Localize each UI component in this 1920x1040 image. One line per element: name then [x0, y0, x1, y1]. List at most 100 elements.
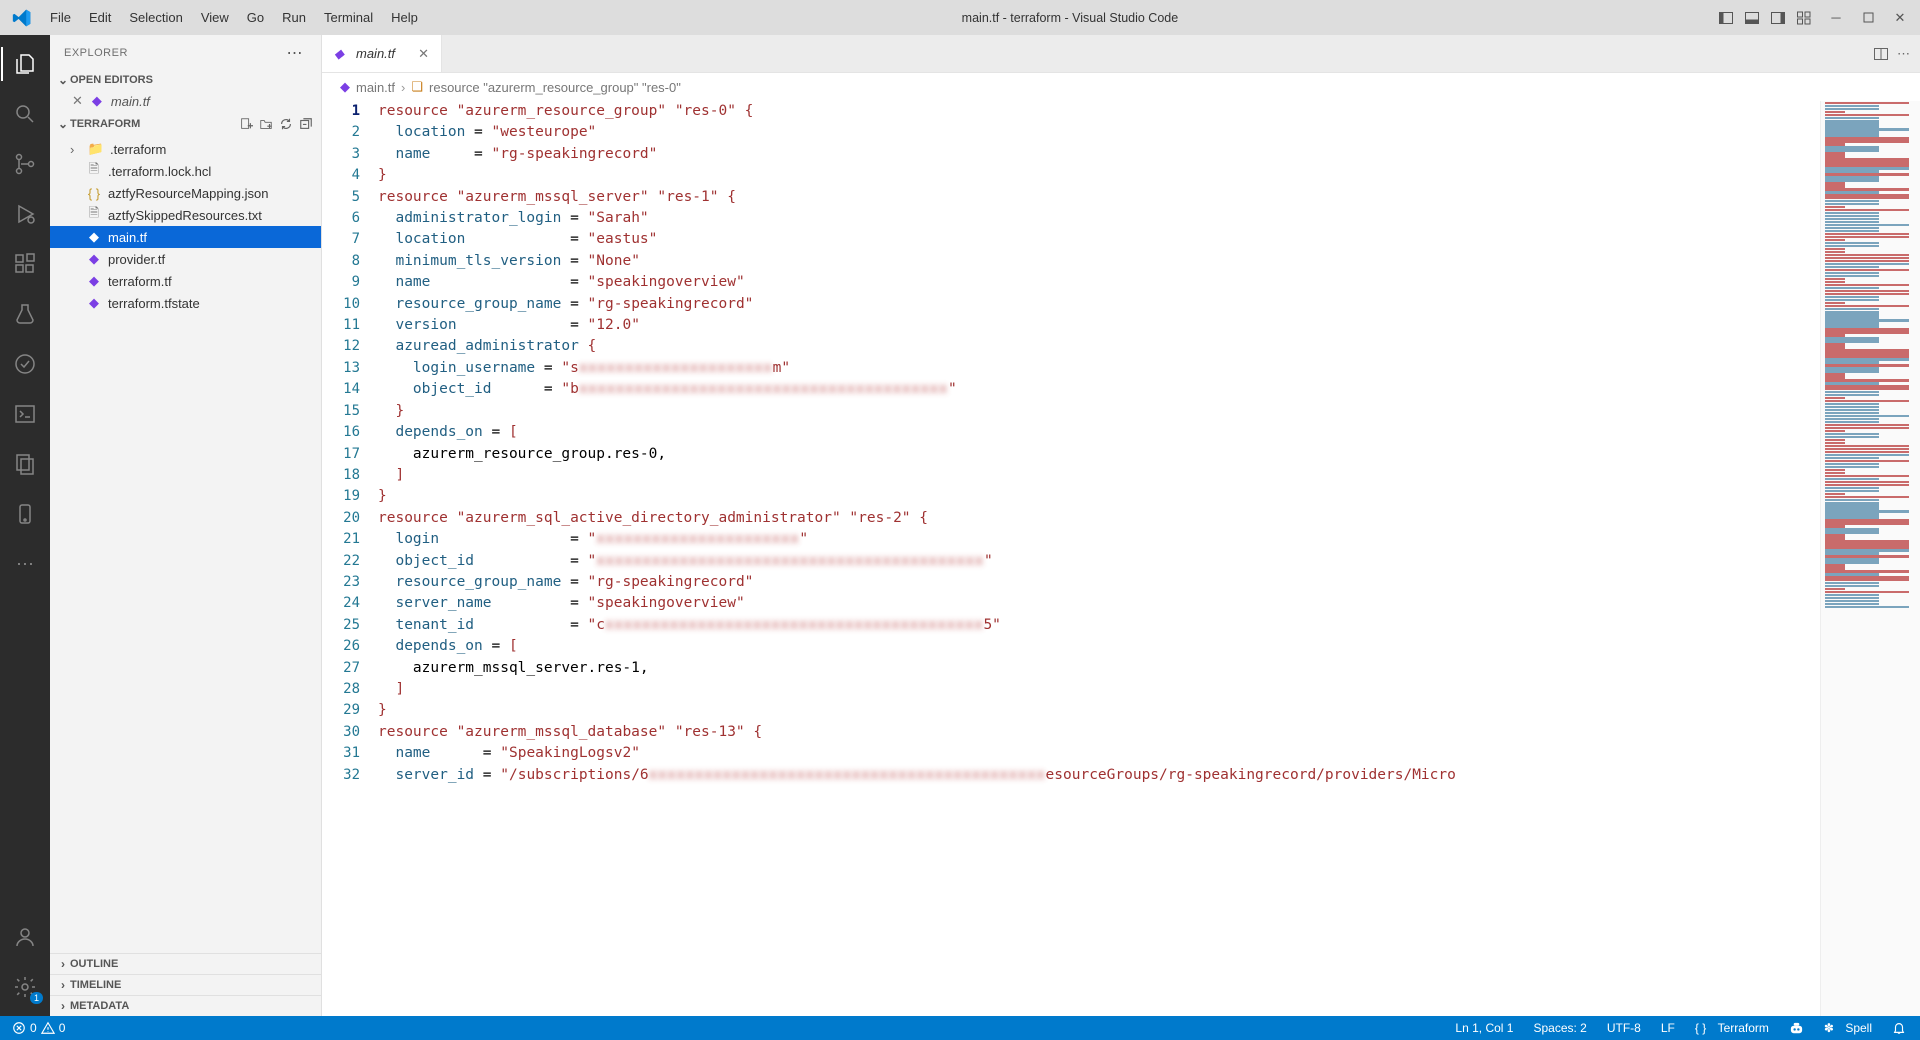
symbol-icon: ❏ — [411, 79, 423, 95]
menu-help[interactable]: Help — [383, 6, 426, 29]
terraform-file-icon: ◆ — [86, 251, 102, 267]
status-problems[interactable]: 0 0 — [8, 1021, 69, 1035]
close-button[interactable]: ✕ — [1886, 7, 1914, 29]
activity-run-debug[interactable] — [1, 193, 49, 235]
chevron-down-icon: ⌄ — [56, 117, 70, 131]
menu-view[interactable]: View — [193, 6, 237, 29]
menu-file[interactable]: File — [42, 6, 79, 29]
minimap[interactable] — [1820, 101, 1920, 1016]
activity-provisioning[interactable] — [1, 343, 49, 385]
explorer-title: EXPLORER — [64, 47, 128, 59]
status-encoding[interactable]: UTF-8 — [1603, 1021, 1645, 1035]
menu-run[interactable]: Run — [274, 6, 314, 29]
tree-item-label: terraform.tf — [108, 274, 172, 289]
refresh-icon[interactable] — [277, 115, 295, 133]
new-folder-icon[interactable] — [257, 115, 275, 133]
tree-item-label: main.tf — [108, 230, 147, 245]
status-language[interactable]: { } Terraform — [1691, 1021, 1773, 1035]
chevron-right-icon: › — [56, 957, 70, 971]
menu-selection[interactable]: Selection — [121, 6, 190, 29]
activity-terminal[interactable] — [1, 393, 49, 435]
activity-extensions[interactable] — [1, 243, 49, 285]
activity-device[interactable] — [1, 493, 49, 535]
tree-item-label: aztfySkippedResources.txt — [108, 208, 262, 223]
tree-item[interactable]: ◆ terraform.tf — [50, 270, 321, 292]
tree-item[interactable]: ◆ main.tf — [50, 226, 321, 248]
menu-terminal[interactable]: Terminal — [316, 6, 381, 29]
sidebar-explorer: EXPLORER ⋯ ⌄ OPEN EDITORS ✕ ◆ main.tf ⌄ … — [50, 35, 322, 1016]
customize-layout-icon[interactable] — [1792, 6, 1816, 30]
folder-icon: 📁 — [88, 141, 104, 157]
tree-item-label: .terraform.lock.hcl — [108, 164, 211, 179]
tree-item[interactable]: ›📁.terraform — [50, 138, 321, 160]
tree-item[interactable]: { }aztfyResourceMapping.json — [50, 182, 321, 204]
file-icon: 🗎 — [86, 207, 102, 223]
activity-references[interactable] — [1, 443, 49, 485]
top-menu: File Edit Selection View Go Run Terminal… — [42, 6, 426, 29]
chevron-right-icon: › — [70, 142, 82, 157]
tree-item[interactable]: 🗎 .terraform.lock.hcl — [50, 160, 321, 182]
activity-bar: ⋯ 1 — [0, 35, 50, 1016]
toggle-secondary-sidebar-icon[interactable] — [1766, 6, 1790, 30]
activity-testing[interactable] — [1, 293, 49, 335]
collapse-all-icon[interactable] — [297, 115, 315, 133]
menu-go[interactable]: Go — [239, 6, 272, 29]
status-spell[interactable]: ✽ Spell — [1820, 1021, 1876, 1035]
title-bar: File Edit Selection View Go Run Terminal… — [0, 0, 1920, 35]
window-title: main.tf - terraform - Visual Studio Code — [426, 11, 1714, 25]
breadcrumb[interactable]: ◆ main.tf › ❏ resource "azurerm_resource… — [322, 73, 1920, 101]
terraform-file-icon: ◆ — [86, 229, 102, 245]
tree-item[interactable]: 🗎 aztfySkippedResources.txt — [50, 204, 321, 226]
split-editor-icon[interactable] — [1873, 46, 1889, 62]
chevron-down-icon: ⌄ — [56, 73, 70, 87]
toggle-primary-sidebar-icon[interactable] — [1714, 6, 1738, 30]
status-eol[interactable]: LF — [1657, 1021, 1679, 1035]
chevron-right-icon: › — [401, 80, 405, 95]
activity-search[interactable] — [1, 93, 49, 135]
status-copilot[interactable] — [1785, 1021, 1808, 1036]
explorer-more-icon[interactable]: ⋯ — [283, 43, 308, 63]
terraform-file-icon: ◆ — [334, 46, 350, 62]
vscode-logo-icon — [12, 8, 32, 28]
layout-buttons — [1714, 6, 1816, 30]
status-indent[interactable]: Spaces: 2 — [1529, 1021, 1590, 1035]
metadata-header[interactable]: ›METADATA — [50, 995, 321, 1016]
tab-main-tf[interactable]: ◆ main.tf ✕ — [322, 35, 442, 72]
terraform-file-icon: ◆ — [86, 273, 102, 289]
terraform-file-icon: ◆ — [340, 79, 350, 95]
activity-settings[interactable]: 1 — [1, 966, 49, 1008]
json-file-icon: { } — [86, 185, 102, 201]
tree-item-label: provider.tf — [108, 252, 165, 267]
activity-source-control[interactable] — [1, 143, 49, 185]
toggle-panel-icon[interactable] — [1740, 6, 1764, 30]
status-notifications[interactable] — [1888, 1021, 1910, 1035]
menu-edit[interactable]: Edit — [81, 6, 119, 29]
tree-item[interactable]: ◆terraform.tfstate — [50, 292, 321, 314]
activity-more[interactable]: ⋯ — [1, 543, 49, 585]
window-controls: ─ ✕ — [1822, 7, 1914, 29]
editor-more-icon[interactable]: ⋯ — [1897, 46, 1910, 62]
editor-tabs: ◆ main.tf ✕ ⋯ — [322, 35, 1920, 73]
tree-item[interactable]: ◆ provider.tf — [50, 248, 321, 270]
editor-area: ◆ main.tf ✕ ⋯ ◆ main.tf › ❏ resource "az… — [322, 35, 1920, 1016]
terraform-file-icon: ◆ — [89, 93, 105, 109]
terraform-file-icon: ◆ — [86, 295, 102, 311]
open-editors-header[interactable]: ⌄ OPEN EDITORS — [50, 70, 321, 90]
new-file-icon[interactable] — [237, 115, 255, 133]
code-editor[interactable]: resource "azurerm_resource_group" "res-0… — [378, 101, 1820, 1016]
tab-close-icon[interactable]: ✕ — [418, 46, 429, 62]
status-cursor[interactable]: Ln 1, Col 1 — [1451, 1021, 1517, 1035]
activity-explorer[interactable] — [1, 43, 49, 85]
file-icon: 🗎 — [86, 163, 102, 179]
maximize-button[interactable] — [1854, 7, 1882, 29]
timeline-header[interactable]: ›TIMELINE — [50, 974, 321, 995]
workspace-header[interactable]: ⌄ TERRAFORM — [50, 112, 321, 136]
line-numbers: 1234567891011121314151617181920212223242… — [322, 101, 378, 1016]
settings-badge: 1 — [30, 992, 43, 1004]
minimize-button[interactable]: ─ — [1822, 7, 1850, 29]
chevron-right-icon: › — [56, 999, 70, 1013]
activity-accounts[interactable] — [1, 916, 49, 958]
close-editor-icon[interactable]: ✕ — [72, 93, 83, 109]
open-editor-item[interactable]: ✕ ◆ main.tf — [50, 90, 321, 112]
outline-header[interactable]: ›OUTLINE — [50, 953, 321, 974]
